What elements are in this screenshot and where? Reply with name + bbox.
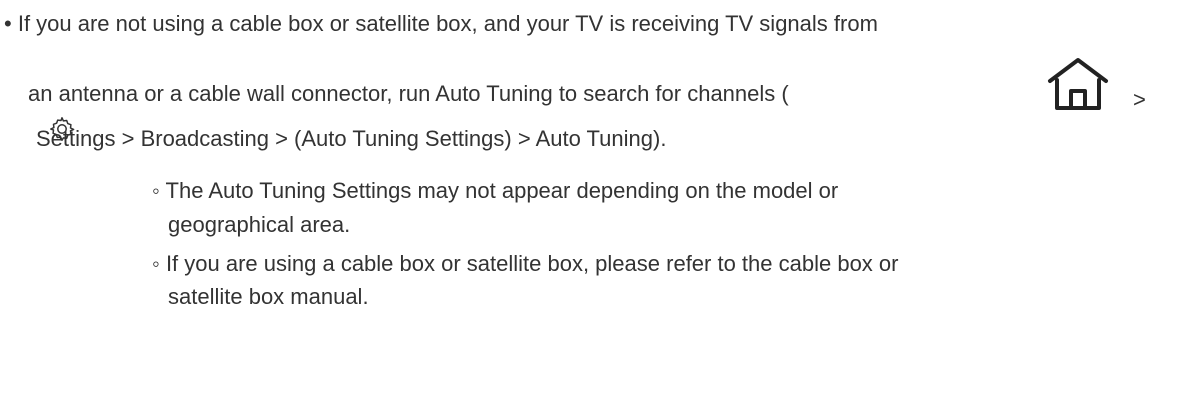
home-icon (1040, 52, 1116, 116)
paragraph-line-1: • If you are not using a cable box or sa… (4, 10, 878, 38)
document: • If you are not using a cable box or sa… (0, 0, 1187, 410)
sub-bullet-1: ◦ The Auto Tuning Settings may not appea… (152, 177, 838, 205)
sub1-line2-text: geographical area. (168, 212, 351, 237)
sub1-line1-text: The Auto Tuning Settings may not appear … (165, 178, 839, 203)
line2-text: an antenna or a cable wall connector, ru… (28, 81, 789, 106)
sub-bullet-marker: ◦ (152, 251, 160, 276)
line3-text: Settings > Broadcasting > (Auto Tuning S… (36, 126, 667, 151)
bullet: • (4, 11, 12, 36)
sub-bullet-1-continuation: geographical area. (168, 211, 350, 239)
paragraph-line-2: an antenna or a cable wall connector, ru… (28, 80, 789, 108)
home-separator: > (1133, 87, 1146, 112)
sub2-line1-text: If you are using a cable box or satellit… (165, 251, 899, 276)
paragraph-line-3: Settings > Broadcasting > (Auto Tuning S… (36, 125, 666, 153)
sub2-line2-text: satellite box manual. (168, 284, 369, 309)
sub-bullet-marker: ◦ (152, 178, 160, 203)
sub-bullet-2-continuation: satellite box manual. (168, 283, 369, 311)
sub-bullet-2: ◦ If you are using a cable box or satell… (152, 250, 898, 278)
line1-text: If you are not using a cable box or sate… (17, 11, 878, 36)
